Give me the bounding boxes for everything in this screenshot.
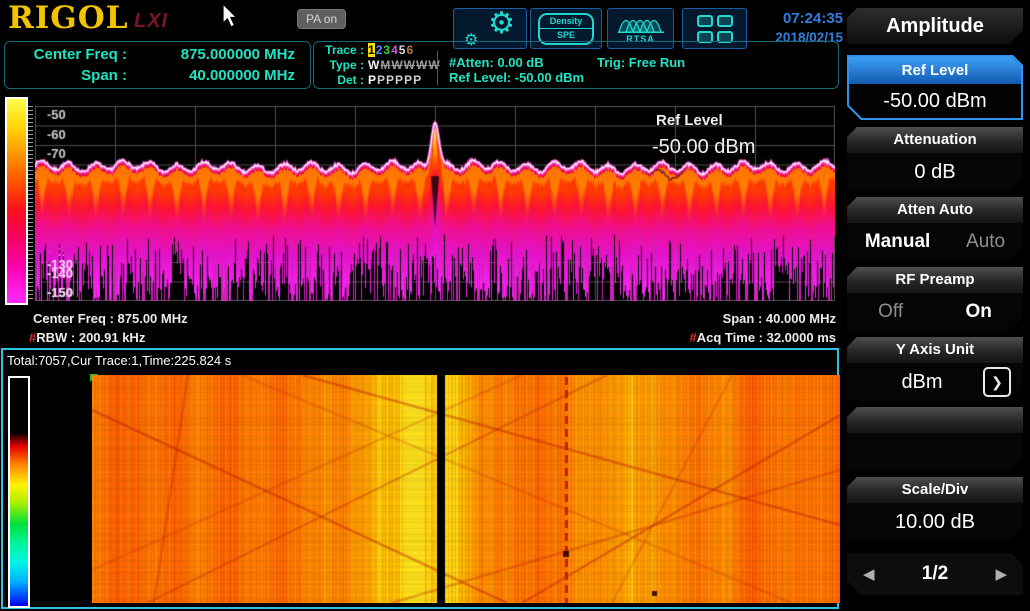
trace-type-2: M xyxy=(380,58,390,72)
density-colorbar xyxy=(5,97,28,305)
footer-rbw: #RBW : 200.91 kHz xyxy=(29,330,145,346)
type-row-label: Type : xyxy=(318,58,364,73)
pager-page-label: 1/2 xyxy=(922,563,948,585)
trace-select-2[interactable]: 2 xyxy=(376,43,383,57)
menu-pager: ◀ 1/2 ▶ xyxy=(847,553,1023,595)
atten-auto-auto-option[interactable]: Auto xyxy=(966,231,1005,253)
trace-type-4: W xyxy=(404,58,415,72)
trace-matrix: Trace :123456 Type :WMWWWW Det :PPPPPP xyxy=(318,43,441,88)
det-row-label: Det : xyxy=(318,73,364,88)
softkey-atten-auto[interactable]: Atten Auto Manual Auto xyxy=(847,197,1023,261)
trace-select-3[interactable]: 3 xyxy=(383,43,390,57)
spectrogram-status: Total:7057,Cur Trace:1,Time:225.824 s xyxy=(7,353,231,368)
atten-auto-manual-option[interactable]: Manual xyxy=(865,231,930,253)
rf-preamp-label: RF Preamp xyxy=(847,267,1023,293)
atten-auto-label: Atten Auto xyxy=(847,197,1023,223)
trigger-readout: Trig: Free Run xyxy=(597,55,685,70)
footer-span: Span : 40.000 MHz xyxy=(500,311,836,327)
trace-det-2: P xyxy=(377,73,385,87)
rtsa-waveform-icon xyxy=(618,13,664,33)
rf-preamp-on-option[interactable]: On xyxy=(965,301,991,323)
frequency-readout-panel: Center Freq : 875.000000 MHz Span : 40.0… xyxy=(4,41,311,89)
trace-select-5[interactable]: 5 xyxy=(399,43,406,57)
softkey-scale-div[interactable]: Scale/Div 10.00 dB xyxy=(847,477,1023,541)
softkey-empty xyxy=(847,407,1023,471)
attenuation-label: Attenuation xyxy=(847,127,1023,153)
density-spe-icon: Density SPE xyxy=(538,13,594,45)
mouse-cursor xyxy=(222,3,240,29)
y-axis-unit-value: dBm xyxy=(847,371,983,394)
trace-select-4[interactable]: 4 xyxy=(391,43,398,57)
trace-det-5: P xyxy=(404,73,412,87)
time: 07:24:35 xyxy=(748,9,843,28)
trace-det-4: P xyxy=(395,73,403,87)
trace-select-6[interactable]: 6 xyxy=(406,43,413,57)
trace-select-1[interactable]: 1 xyxy=(368,43,375,57)
lxi-logo: LXI xyxy=(134,10,168,33)
footer-center-freq: Center Freq : 875.00 MHz xyxy=(33,311,188,327)
pager-prev-icon[interactable]: ◀ xyxy=(863,565,875,583)
window-grid-icon xyxy=(697,15,733,43)
center-freq-value: 875.000000 MHz xyxy=(127,45,295,65)
rf-preamp-off-option[interactable]: Off xyxy=(878,301,903,323)
ref-level-label: Ref Level xyxy=(849,57,1021,84)
info-divider xyxy=(437,51,438,85)
softkey-attenuation[interactable]: Attenuation 0 dB xyxy=(847,127,1023,191)
y-axis-unit-label: Y Axis Unit xyxy=(847,337,1023,363)
y-axis-tick-strip xyxy=(28,106,33,301)
trace-det-3: P xyxy=(386,73,394,87)
footer-acq-time: #Acq Time : 32.0000 ms xyxy=(500,330,836,346)
scale-div-value: 10.00 dB xyxy=(847,503,1023,541)
trace-type-1: W xyxy=(368,58,379,72)
center-freq-label: Center Freq : xyxy=(5,45,127,65)
ref-level-overlay-label: Ref Level xyxy=(656,112,723,129)
trace-row-label: Trace : xyxy=(318,43,364,58)
pager-next-icon[interactable]: ▶ xyxy=(995,565,1007,583)
span-label: Span : xyxy=(5,66,127,86)
atten-readout: #Atten: 0.00 dB xyxy=(449,55,544,70)
softkey-y-axis-unit[interactable]: Y Axis Unit dBm ❯ xyxy=(847,337,1023,401)
attenuation-value: 0 dB xyxy=(847,153,1023,191)
ref-level-readout: Ref Level: -50.00 dBm xyxy=(449,70,584,85)
spectrogram-canvas[interactable] xyxy=(92,375,840,603)
softkey-rf-preamp[interactable]: RF Preamp Off On xyxy=(847,267,1023,331)
trace-det-6: P xyxy=(413,73,421,87)
ref-level-value: -50.00 dBm xyxy=(849,84,1021,118)
spectrogram-window: Total:7057,Cur Trace:1,Time:225.824 s xyxy=(1,348,839,609)
trace-det-1: P xyxy=(368,73,376,87)
scale-div-label: Scale/Div xyxy=(847,477,1023,503)
softkey-ref-level[interactable]: Ref Level -50.00 dBm xyxy=(847,55,1023,120)
menu-title: Amplitude xyxy=(847,8,1023,44)
rtsa-analyzer-screen: RIGOL LXI PA on ⚙ ⚙ Density SPE RTSA 07: xyxy=(0,0,1030,611)
trace-type-3: W xyxy=(391,58,402,72)
rigol-logo: RIGOL xyxy=(8,0,129,36)
ref-level-overlay-value: -50.00 dBm xyxy=(652,136,755,159)
pa-on-badge: PA on xyxy=(297,9,346,29)
spectrogram-colorbar xyxy=(8,376,30,608)
span-value: 40.000000 MHz xyxy=(127,66,295,86)
softkey-menu: Amplitude Ref Level -50.00 dBm Attenuati… xyxy=(843,0,1030,611)
submenu-chevron-icon[interactable]: ❯ xyxy=(983,367,1011,397)
trace-type-5: W xyxy=(416,58,427,72)
